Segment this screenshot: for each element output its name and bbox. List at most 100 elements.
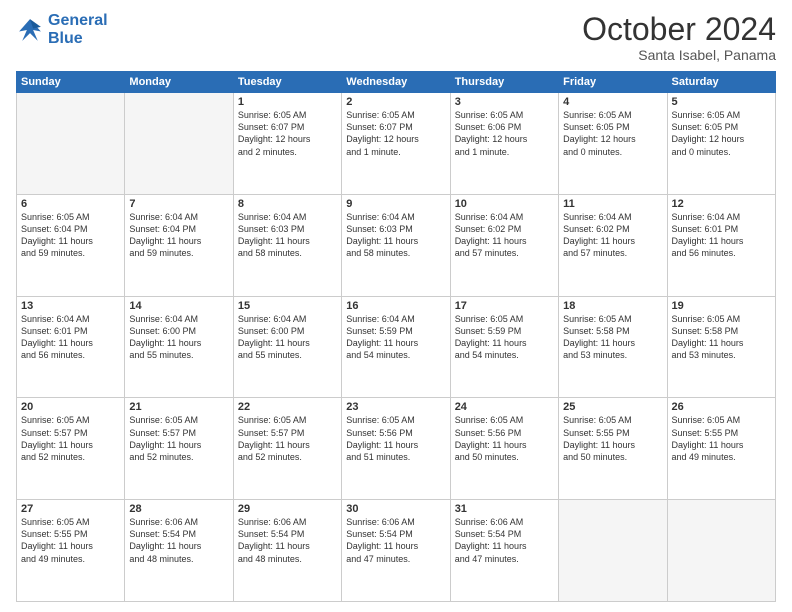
title-block: October 2024 Santa Isabel, Panama [582,12,776,63]
cell-info: Sunrise: 6:06 AM Sunset: 5:54 PM Dayligh… [129,516,228,565]
cell-info: Sunrise: 6:05 AM Sunset: 5:57 PM Dayligh… [21,414,120,463]
calendar-table: SundayMondayTuesdayWednesdayThursdayFrid… [16,71,776,602]
day-number: 10 [455,198,554,210]
cell-info: Sunrise: 6:05 AM Sunset: 5:58 PM Dayligh… [672,313,771,362]
calendar-week-row: 1Sunrise: 6:05 AM Sunset: 6:07 PM Daylig… [17,93,776,195]
day-number: 31 [455,503,554,515]
calendar-cell: 21Sunrise: 6:05 AM Sunset: 5:57 PM Dayli… [125,398,233,500]
calendar-day-header: Tuesday [233,72,341,93]
cell-info: Sunrise: 6:04 AM Sunset: 6:01 PM Dayligh… [21,313,120,362]
calendar-cell: 5Sunrise: 6:05 AM Sunset: 6:05 PM Daylig… [667,93,775,195]
day-number: 2 [346,96,445,108]
day-number: 29 [238,503,337,515]
day-number: 1 [238,96,337,108]
calendar-cell: 23Sunrise: 6:05 AM Sunset: 5:56 PM Dayli… [342,398,450,500]
cell-info: Sunrise: 6:05 AM Sunset: 6:07 PM Dayligh… [238,109,337,158]
cell-info: Sunrise: 6:05 AM Sunset: 5:57 PM Dayligh… [238,414,337,463]
day-number: 7 [129,198,228,210]
cell-info: Sunrise: 6:04 AM Sunset: 6:03 PM Dayligh… [346,211,445,260]
day-number: 19 [672,300,771,312]
day-number: 11 [563,198,662,210]
day-number: 13 [21,300,120,312]
day-number: 28 [129,503,228,515]
cell-info: Sunrise: 6:06 AM Sunset: 5:54 PM Dayligh… [238,516,337,565]
cell-info: Sunrise: 6:05 AM Sunset: 6:05 PM Dayligh… [563,109,662,158]
calendar-cell: 27Sunrise: 6:05 AM Sunset: 5:55 PM Dayli… [17,500,125,602]
cell-info: Sunrise: 6:05 AM Sunset: 5:58 PM Dayligh… [563,313,662,362]
cell-info: Sunrise: 6:05 AM Sunset: 5:56 PM Dayligh… [455,414,554,463]
cell-info: Sunrise: 6:05 AM Sunset: 5:56 PM Dayligh… [346,414,445,463]
calendar-cell: 10Sunrise: 6:04 AM Sunset: 6:02 PM Dayli… [450,194,558,296]
cell-info: Sunrise: 6:05 AM Sunset: 5:55 PM Dayligh… [21,516,120,565]
cell-info: Sunrise: 6:05 AM Sunset: 6:07 PM Dayligh… [346,109,445,158]
calendar-cell: 31Sunrise: 6:06 AM Sunset: 5:54 PM Dayli… [450,500,558,602]
page: General Blue October 2024 Santa Isabel, … [0,0,792,612]
calendar-week-row: 13Sunrise: 6:04 AM Sunset: 6:01 PM Dayli… [17,296,776,398]
day-number: 23 [346,401,445,413]
cell-info: Sunrise: 6:04 AM Sunset: 6:03 PM Dayligh… [238,211,337,260]
day-number: 24 [455,401,554,413]
month-title: October 2024 [582,12,776,47]
calendar-cell [667,500,775,602]
calendar-cell: 20Sunrise: 6:05 AM Sunset: 5:57 PM Dayli… [17,398,125,500]
calendar-cell: 6Sunrise: 6:05 AM Sunset: 6:04 PM Daylig… [17,194,125,296]
calendar-cell: 25Sunrise: 6:05 AM Sunset: 5:55 PM Dayli… [559,398,667,500]
cell-info: Sunrise: 6:06 AM Sunset: 5:54 PM Dayligh… [455,516,554,565]
cell-info: Sunrise: 6:04 AM Sunset: 5:59 PM Dayligh… [346,313,445,362]
calendar-cell: 4Sunrise: 6:05 AM Sunset: 6:05 PM Daylig… [559,93,667,195]
day-number: 12 [672,198,771,210]
calendar-cell: 1Sunrise: 6:05 AM Sunset: 6:07 PM Daylig… [233,93,341,195]
day-number: 9 [346,198,445,210]
day-number: 30 [346,503,445,515]
cell-info: Sunrise: 6:05 AM Sunset: 6:06 PM Dayligh… [455,109,554,158]
calendar-week-row: 27Sunrise: 6:05 AM Sunset: 5:55 PM Dayli… [17,500,776,602]
calendar-header-row: SundayMondayTuesdayWednesdayThursdayFrid… [17,72,776,93]
calendar-cell: 7Sunrise: 6:04 AM Sunset: 6:04 PM Daylig… [125,194,233,296]
calendar-cell: 8Sunrise: 6:04 AM Sunset: 6:03 PM Daylig… [233,194,341,296]
day-number: 20 [21,401,120,413]
day-number: 18 [563,300,662,312]
day-number: 26 [672,401,771,413]
location-subtitle: Santa Isabel, Panama [582,47,776,63]
day-number: 14 [129,300,228,312]
day-number: 4 [563,96,662,108]
cell-info: Sunrise: 6:05 AM Sunset: 5:55 PM Dayligh… [563,414,662,463]
calendar-day-header: Monday [125,72,233,93]
day-number: 16 [346,300,445,312]
calendar-cell: 15Sunrise: 6:04 AM Sunset: 6:00 PM Dayli… [233,296,341,398]
day-number: 17 [455,300,554,312]
calendar-cell: 12Sunrise: 6:04 AM Sunset: 6:01 PM Dayli… [667,194,775,296]
calendar-cell: 29Sunrise: 6:06 AM Sunset: 5:54 PM Dayli… [233,500,341,602]
cell-info: Sunrise: 6:05 AM Sunset: 6:04 PM Dayligh… [21,211,120,260]
calendar-day-header: Wednesday [342,72,450,93]
calendar-week-row: 20Sunrise: 6:05 AM Sunset: 5:57 PM Dayli… [17,398,776,500]
cell-info: Sunrise: 6:06 AM Sunset: 5:54 PM Dayligh… [346,516,445,565]
cell-info: Sunrise: 6:04 AM Sunset: 6:02 PM Dayligh… [455,211,554,260]
calendar-day-header: Sunday [17,72,125,93]
calendar-cell [125,93,233,195]
calendar-cell: 26Sunrise: 6:05 AM Sunset: 5:55 PM Dayli… [667,398,775,500]
cell-info: Sunrise: 6:04 AM Sunset: 6:02 PM Dayligh… [563,211,662,260]
calendar-cell: 2Sunrise: 6:05 AM Sunset: 6:07 PM Daylig… [342,93,450,195]
calendar-cell: 22Sunrise: 6:05 AM Sunset: 5:57 PM Dayli… [233,398,341,500]
cell-info: Sunrise: 6:04 AM Sunset: 6:00 PM Dayligh… [129,313,228,362]
calendar-day-header: Saturday [667,72,775,93]
logo: General Blue [16,12,108,47]
day-number: 22 [238,401,337,413]
calendar-cell: 16Sunrise: 6:04 AM Sunset: 5:59 PM Dayli… [342,296,450,398]
calendar-day-header: Friday [559,72,667,93]
cell-info: Sunrise: 6:04 AM Sunset: 6:01 PM Dayligh… [672,211,771,260]
cell-info: Sunrise: 6:05 AM Sunset: 5:55 PM Dayligh… [672,414,771,463]
calendar-week-row: 6Sunrise: 6:05 AM Sunset: 6:04 PM Daylig… [17,194,776,296]
day-number: 25 [563,401,662,413]
calendar-cell: 19Sunrise: 6:05 AM Sunset: 5:58 PM Dayli… [667,296,775,398]
calendar-cell: 3Sunrise: 6:05 AM Sunset: 6:06 PM Daylig… [450,93,558,195]
cell-info: Sunrise: 6:04 AM Sunset: 6:04 PM Dayligh… [129,211,228,260]
day-number: 21 [129,401,228,413]
day-number: 3 [455,96,554,108]
day-number: 27 [21,503,120,515]
calendar-cell: 28Sunrise: 6:06 AM Sunset: 5:54 PM Dayli… [125,500,233,602]
calendar-cell: 14Sunrise: 6:04 AM Sunset: 6:00 PM Dayli… [125,296,233,398]
calendar-cell: 18Sunrise: 6:05 AM Sunset: 5:58 PM Dayli… [559,296,667,398]
calendar-cell: 17Sunrise: 6:05 AM Sunset: 5:59 PM Dayli… [450,296,558,398]
